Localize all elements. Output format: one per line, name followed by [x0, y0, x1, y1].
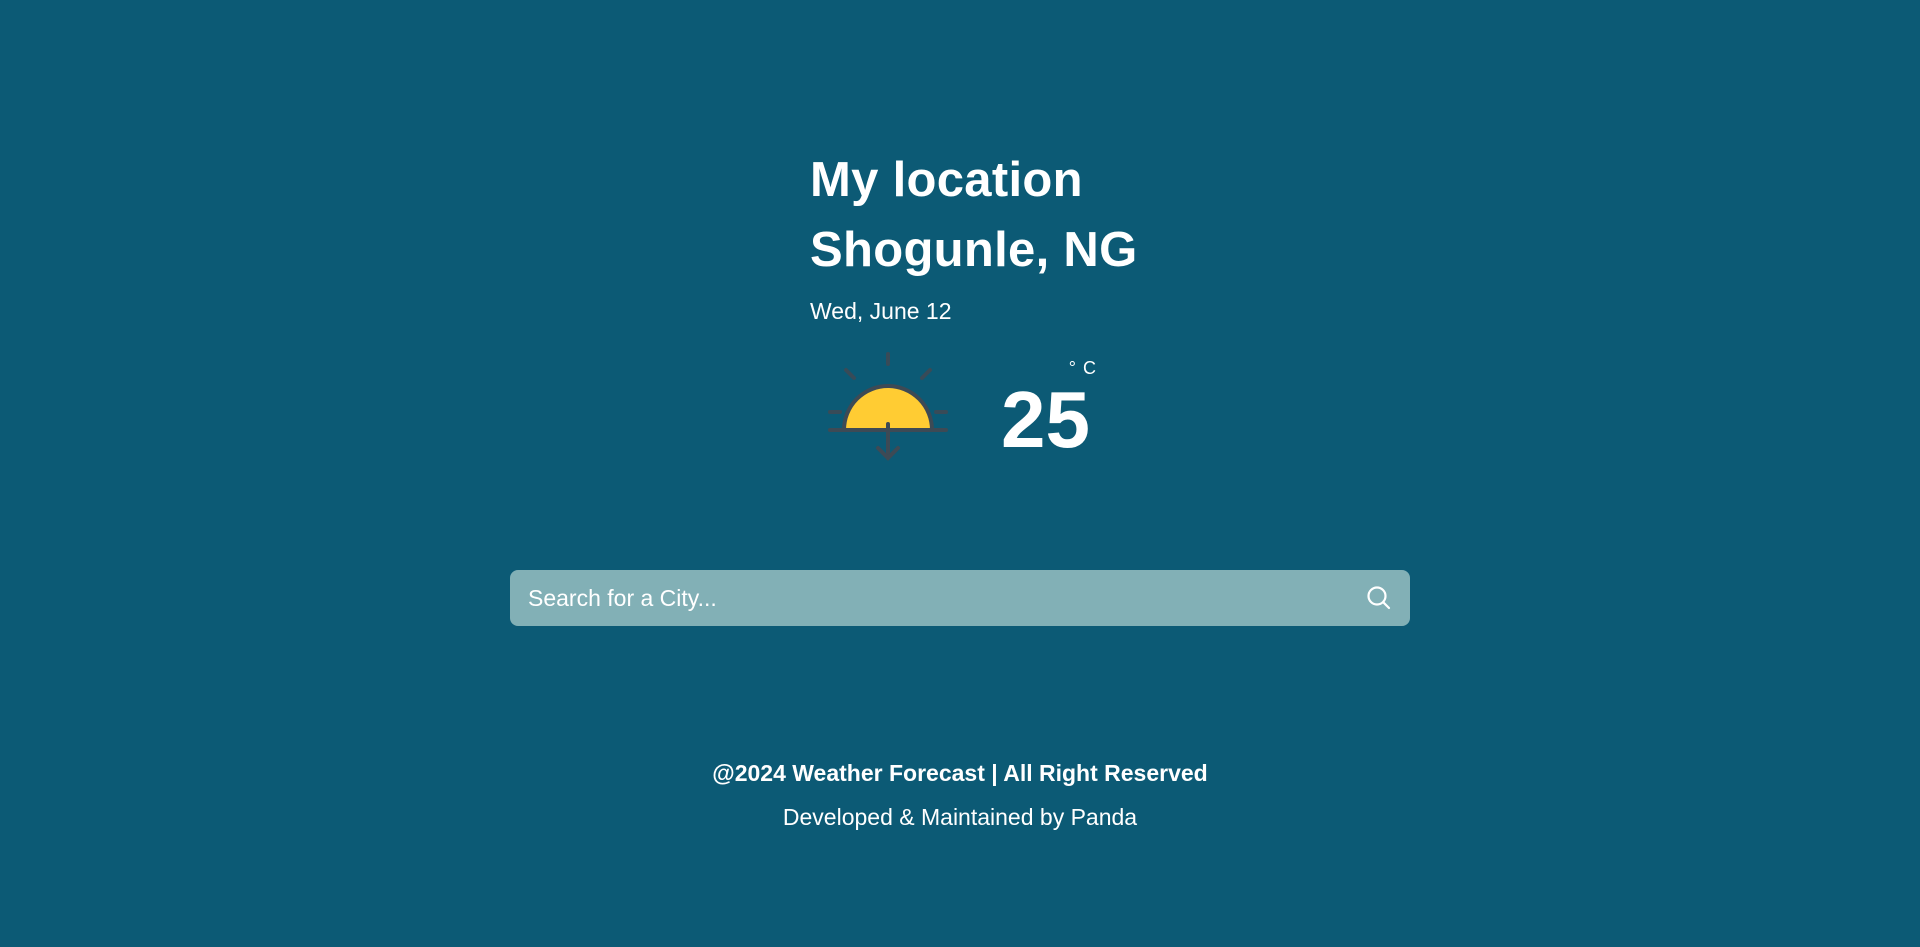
- location-label: My location: [810, 153, 1083, 207]
- search-button[interactable]: [1348, 570, 1410, 626]
- search-icon: [1367, 586, 1391, 610]
- city-search-input[interactable]: [510, 570, 1348, 626]
- current-date: Wed, June 12: [810, 298, 952, 324]
- city-name: Shogunle, NG: [810, 223, 1138, 277]
- search-bar: [510, 570, 1410, 626]
- page-footer: @2024 Weather Forecast | All Right Reser…: [0, 758, 1920, 832]
- temperature-block: ° C 25: [1001, 348, 1101, 462]
- current-weather: ° C 25: [826, 348, 1096, 468]
- temperature-value: 25: [1001, 375, 1090, 464]
- weather-page: My location Shogunle, NG Wed, June 12 ° …: [0, 0, 1920, 947]
- footer-credit: Developed & Maintained by Panda: [782, 804, 1138, 830]
- location-block: My location Shogunle, NG Wed, June 12: [810, 148, 1138, 326]
- footer-copyright: @2024 Weather Forecast | All Right Reser…: [712, 760, 1208, 786]
- sunset-icon: [828, 352, 948, 461]
